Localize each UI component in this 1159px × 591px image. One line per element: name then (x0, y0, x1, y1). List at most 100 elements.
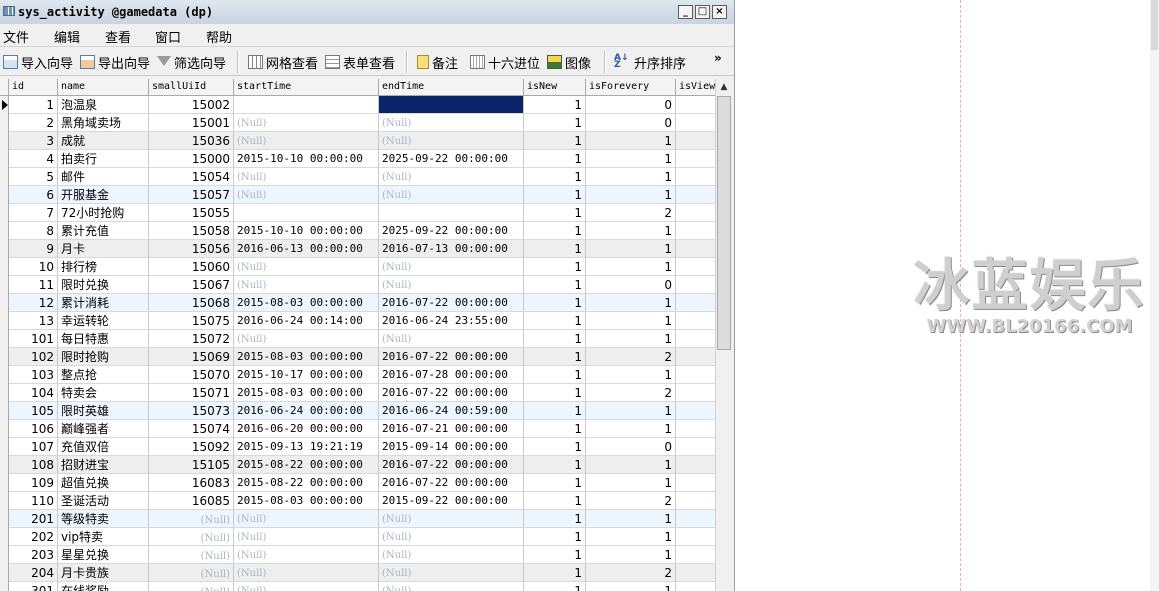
table-cell-name[interactable]: 月卡贵族 (58, 564, 149, 582)
table-cell-id[interactable]: 204 (9, 564, 58, 582)
table-cell-endtime[interactable]: 2015-09-22 00:00:00 (379, 492, 524, 510)
table-cell-id[interactable]: 11 (9, 276, 58, 294)
table-cell-name[interactable]: 等级特卖 (58, 510, 149, 528)
table-cell-isforevery[interactable]: 1 (586, 420, 676, 438)
row-selector[interactable] (0, 168, 9, 186)
table-cell-isview[interactable] (676, 258, 715, 276)
table-cell-isforevery[interactable]: 1 (586, 366, 676, 384)
table-cell-isnew[interactable]: 1 (524, 222, 586, 240)
table-cell-isview[interactable] (676, 168, 715, 186)
table-cell-starttime[interactable]: 2015-08-03 00:00:00 (234, 294, 379, 312)
table-row[interactable]: 8 累计充值 15058 2015-10-10 00:00:00 2025-09-22 … (0, 222, 715, 240)
table-cell-isnew[interactable]: 1 (524, 276, 586, 294)
table-cell-starttime[interactable]: (Null) (234, 510, 379, 528)
row-selector[interactable] (0, 240, 9, 258)
table-row[interactable]: 107 充值双倍 15092 2015-09-13 19:21:19 2015-09-1… (0, 438, 715, 456)
table-cell-id[interactable]: 7 (9, 204, 58, 222)
table-cell-isview[interactable] (676, 402, 715, 420)
table-cell-isview[interactable] (676, 186, 715, 204)
table-cell-isview[interactable] (676, 582, 715, 591)
table-row[interactable]: 13 幸运转轮 15075 2016-06-24 00:14:00 2016-06-24… (0, 312, 715, 330)
table-cell-id[interactable]: 203 (9, 546, 58, 564)
table-cell-endtime[interactable]: (Null) (379, 582, 524, 591)
table-cell-isnew[interactable]: 1 (524, 546, 586, 564)
table-cell-isview[interactable] (676, 132, 715, 150)
table-cell-id[interactable]: 9 (9, 240, 58, 258)
page-scrollbar[interactable] (1150, 0, 1159, 591)
table-cell-endtime[interactable]: 2016-07-22 00:00:00 (379, 456, 524, 474)
table-row[interactable]: 1 泡温泉 15002 1 0 (0, 96, 715, 114)
table-cell-endtime[interactable]: 2016-06-24 23:55:00 (379, 312, 524, 330)
table-cell-isforevery[interactable]: 1 (586, 240, 676, 258)
table-cell-isnew[interactable]: 1 (524, 330, 586, 348)
row-selector[interactable] (0, 402, 9, 420)
table-cell-isnew[interactable]: 1 (524, 186, 586, 204)
table-cell-id[interactable]: 102 (9, 348, 58, 366)
column-header-smalluiid[interactable]: smallUiId (149, 79, 234, 95)
menu-help[interactable]: 帮助 (206, 27, 232, 46)
table-cell-isview[interactable] (676, 438, 715, 456)
table-cell-isview[interactable] (676, 312, 715, 330)
table-cell-isnew[interactable]: 1 (524, 384, 586, 402)
table-cell-endtime[interactable]: 2016-07-22 00:00:00 (379, 474, 524, 492)
row-selector[interactable] (0, 294, 9, 312)
table-cell-smalluiid[interactable]: 15067 (149, 276, 234, 294)
table-cell-isview[interactable] (676, 528, 715, 546)
table-cell-endtime[interactable]: (Null) (379, 330, 524, 348)
sort-ascending-button[interactable]: A↓ Z 升序排序 (614, 53, 686, 72)
table-cell-isnew[interactable]: 1 (524, 240, 586, 258)
table-cell-id[interactable]: 101 (9, 330, 58, 348)
row-selector[interactable] (0, 474, 9, 492)
table-cell-id[interactable]: 109 (9, 474, 58, 492)
table-cell-id[interactable]: 1 (9, 96, 58, 114)
table-cell-isforevery[interactable]: 1 (586, 168, 676, 186)
table-cell-isview[interactable] (676, 366, 715, 384)
table-cell-isforevery[interactable]: 1 (586, 150, 676, 168)
table-cell-isforevery[interactable]: 2 (586, 492, 676, 510)
table-cell-endtime[interactable] (379, 204, 524, 222)
table-cell-smalluiid[interactable]: (Null) (149, 564, 234, 582)
table-cell-endtime[interactable]: 2016-07-22 00:00:00 (379, 384, 524, 402)
table-row[interactable]: 102 限时抢购 15069 2015-08-03 00:00:00 2016-07-2… (0, 348, 715, 366)
table-cell-id[interactable]: 2 (9, 114, 58, 132)
table-cell-smalluiid[interactable]: (Null) (149, 510, 234, 528)
table-cell-id[interactable]: 103 (9, 366, 58, 384)
table-cell-name[interactable]: 整点抢 (58, 366, 149, 384)
table-cell-smalluiid[interactable]: (Null) (149, 582, 234, 591)
table-cell-starttime[interactable]: 2015-08-03 00:00:00 (234, 492, 379, 510)
table-cell-smalluiid[interactable]: 16083 (149, 474, 234, 492)
table-cell-name[interactable]: 黑角域卖场 (58, 114, 149, 132)
table-cell-smalluiid[interactable]: 15069 (149, 348, 234, 366)
table-cell-isforevery[interactable]: 1 (586, 582, 676, 591)
menu-file[interactable]: 文件 (3, 27, 29, 46)
table-cell-name[interactable]: 72小时抢购 (58, 204, 149, 222)
table-cell-isforevery[interactable]: 1 (586, 474, 676, 492)
grid-view-button[interactable]: 网格查看 (248, 53, 318, 72)
table-cell-smalluiid[interactable]: 15002 (149, 96, 234, 114)
column-header-endtime[interactable]: endTime (379, 79, 524, 95)
table-cell-isnew[interactable]: 1 (524, 366, 586, 384)
table-cell-name[interactable]: 特卖会 (58, 384, 149, 402)
table-cell-smalluiid[interactable]: 15056 (149, 240, 234, 258)
close-button[interactable]: × (712, 5, 727, 19)
table-cell-starttime[interactable]: (Null) (234, 546, 379, 564)
table-cell-name[interactable]: 星星兑换 (58, 546, 149, 564)
table-cell-name[interactable]: 招财进宝 (58, 456, 149, 474)
table-cell-isview[interactable] (676, 150, 715, 168)
table-cell-starttime[interactable]: 2015-10-10 00:00:00 (234, 222, 379, 240)
table-cell-id[interactable]: 10 (9, 258, 58, 276)
table-cell-name[interactable]: 月卡 (58, 240, 149, 258)
table-cell-starttime[interactable]: 2016-06-24 00:00:00 (234, 402, 379, 420)
table-cell-smalluiid[interactable]: 16085 (149, 492, 234, 510)
table-cell-isview[interactable] (676, 96, 715, 114)
table-row[interactable]: 301在线奖励 (Null) (Null) (Null) 11 (0, 582, 715, 591)
table-cell-starttime[interactable]: (Null) (234, 168, 379, 186)
menu-edit[interactable]: 编辑 (54, 27, 80, 46)
row-selector[interactable] (0, 132, 9, 150)
table-row[interactable]: 101 每日特惠 15072 (Null) (Null) 1 1 (0, 330, 715, 348)
table-cell-name[interactable]: 限时抢购 (58, 348, 149, 366)
row-selector[interactable] (0, 312, 9, 330)
table-cell-isforevery[interactable]: 1 (586, 294, 676, 312)
table-cell-endtime[interactable]: (Null) (379, 132, 524, 150)
table-cell-id[interactable]: 12 (9, 294, 58, 312)
